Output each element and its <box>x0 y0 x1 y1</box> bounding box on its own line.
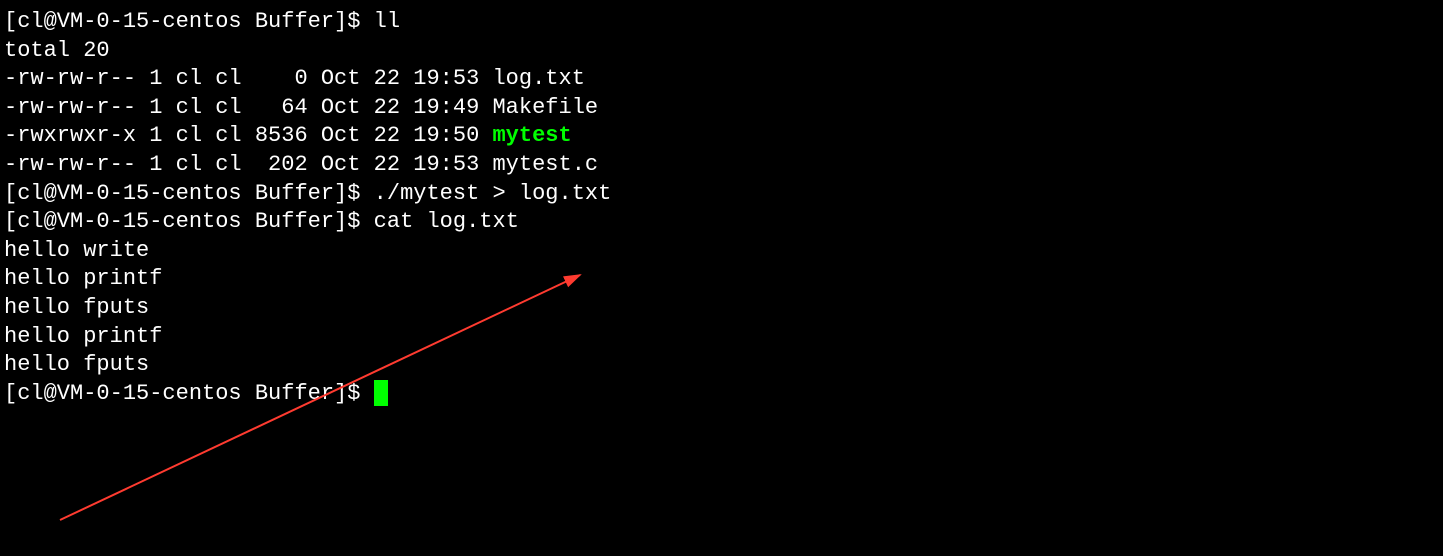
ls-file-row: -rw-rw-r-- 1 cl cl 0 Oct 22 19:53 log.tx… <box>4 65 1439 94</box>
terminal-output: [cl@VM-0-15-centos Buffer]$ ll total 20 … <box>4 8 1439 408</box>
file-name: mytest.c <box>492 152 598 177</box>
output-line: hello fputs <box>4 294 1439 323</box>
prompt: [cl@VM-0-15-centos Buffer]$ <box>4 209 374 234</box>
ls-file-list: -rw-rw-r-- 1 cl cl 0 Oct 22 19:53 log.tx… <box>4 65 1439 179</box>
cat-output: hello writehello printfhello fputshello … <box>4 237 1439 380</box>
file-name: log.txt <box>492 66 584 91</box>
command-text: ll <box>374 9 400 34</box>
ls-file-row: -rw-rw-r-- 1 cl cl 64 Oct 22 19:49 Makef… <box>4 94 1439 123</box>
ls-total: total 20 <box>4 37 1439 66</box>
cursor-icon <box>374 380 388 406</box>
file-name: mytest <box>492 123 571 148</box>
output-line: hello write <box>4 237 1439 266</box>
command-text: ./mytest > log.txt <box>374 181 612 206</box>
prompt-line[interactable]: [cl@VM-0-15-centos Buffer]$ ll <box>4 8 1439 37</box>
file-name: Makefile <box>492 95 598 120</box>
output-line: hello fputs <box>4 351 1439 380</box>
output-line: hello printf <box>4 323 1439 352</box>
prompt: [cl@VM-0-15-centos Buffer]$ <box>4 181 374 206</box>
prompt-line[interactable]: [cl@VM-0-15-centos Buffer]$ <box>4 380 1439 409</box>
prompt-line[interactable]: [cl@VM-0-15-centos Buffer]$ ./mytest > l… <box>4 180 1439 209</box>
prompt: [cl@VM-0-15-centos Buffer]$ <box>4 381 374 406</box>
prompt: [cl@VM-0-15-centos Buffer]$ <box>4 9 374 34</box>
prompt-line[interactable]: [cl@VM-0-15-centos Buffer]$ cat log.txt <box>4 208 1439 237</box>
command-text: cat log.txt <box>374 209 519 234</box>
output-line: hello printf <box>4 265 1439 294</box>
ls-file-row: -rw-rw-r-- 1 cl cl 202 Oct 22 19:53 myte… <box>4 151 1439 180</box>
ls-file-row: -rwxrwxr-x 1 cl cl 8536 Oct 22 19:50 myt… <box>4 122 1439 151</box>
